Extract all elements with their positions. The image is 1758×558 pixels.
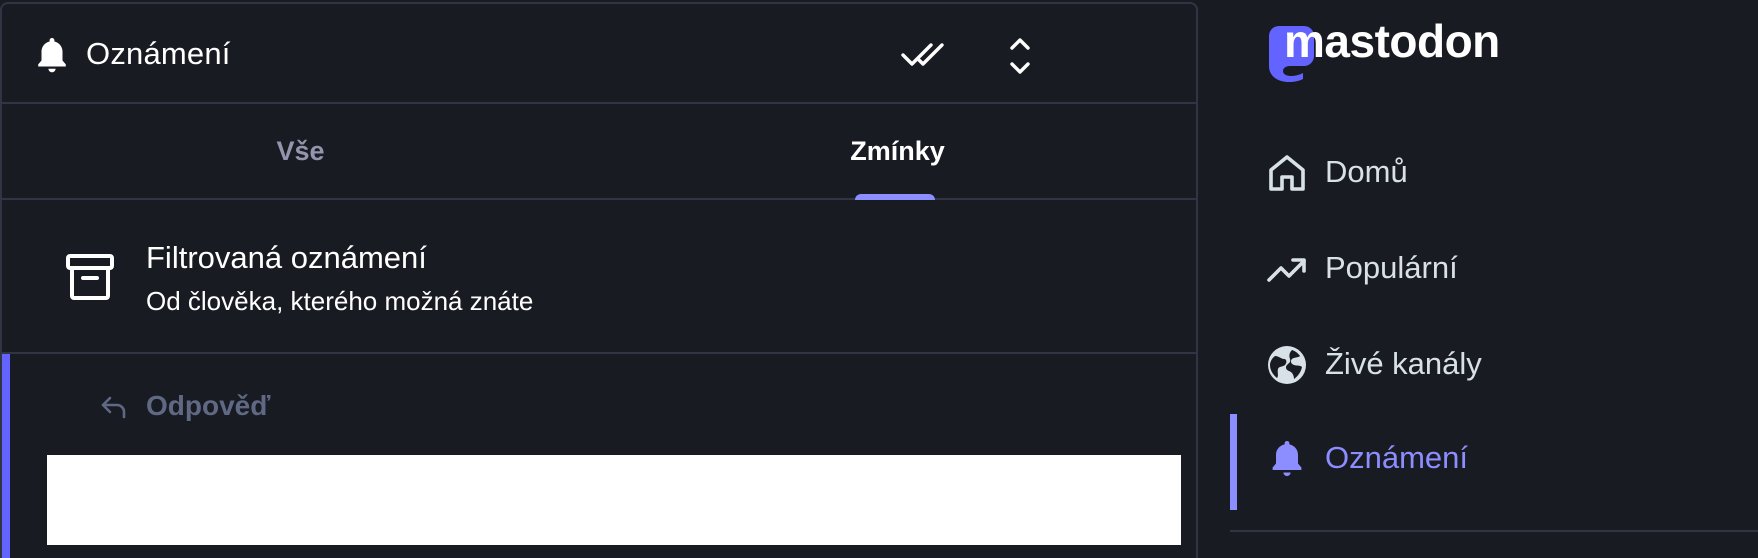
column-header: Oznámení xyxy=(2,4,1196,104)
navigation-sidebar: mastodon Domů Populární Živé kanály Ozná… xyxy=(1198,0,1758,558)
active-nav-indicator xyxy=(1230,414,1237,510)
nav-item-notifications[interactable]: Oznámení xyxy=(1230,414,1758,510)
notification-type-label: Odpověď xyxy=(146,390,271,421)
tab-mentions[interactable]: Zmínky xyxy=(599,104,1196,198)
nav-divider xyxy=(1230,530,1758,532)
home-icon xyxy=(1269,155,1305,191)
column-settings-button[interactable] xyxy=(990,28,1050,84)
column-title: Oznámení xyxy=(86,36,231,71)
unread-indicator xyxy=(2,354,10,558)
notification-tabs: Vše Zmínky xyxy=(2,104,1196,200)
reply-icon xyxy=(101,396,126,419)
notification-item[interactable]: Odpověď xyxy=(2,354,1196,558)
nav-label-trending: Populární xyxy=(1325,250,1458,285)
notifications-column: Oznámení Vše Zmínky Filtrovaná oznámení … xyxy=(0,0,1198,558)
nav-label-live-feeds: Živé kanály xyxy=(1325,346,1482,381)
mark-all-read-button[interactable] xyxy=(894,28,954,84)
filtered-notifications-banner[interactable]: Filtrovaná oznámení Od člověka, kterého … xyxy=(2,200,1196,354)
bell-icon xyxy=(1272,441,1302,477)
tab-all[interactable]: Vše xyxy=(2,104,599,198)
logo-wordmark: mastodon xyxy=(1284,15,1500,67)
trending-icon xyxy=(1267,258,1306,282)
archive-icon xyxy=(66,254,114,300)
nav-label-home: Domů xyxy=(1325,154,1408,189)
nav-item-trending[interactable]: Populární xyxy=(1230,224,1758,314)
double-check-icon xyxy=(901,43,944,66)
filtered-subtitle: Od člověka, kterého možná znáte xyxy=(146,286,534,316)
nav-item-home[interactable]: Domů xyxy=(1230,128,1758,218)
status-content[interactable] xyxy=(47,455,1181,545)
nav-item-live-feeds[interactable]: Živé kanály xyxy=(1230,320,1758,410)
bell-icon xyxy=(38,38,66,73)
chevron-up-down-icon xyxy=(1010,38,1030,74)
nav-label-notifications: Oznámení xyxy=(1325,440,1469,475)
filtered-title: Filtrovaná oznámení xyxy=(146,240,427,275)
globe-icon xyxy=(1268,346,1306,384)
